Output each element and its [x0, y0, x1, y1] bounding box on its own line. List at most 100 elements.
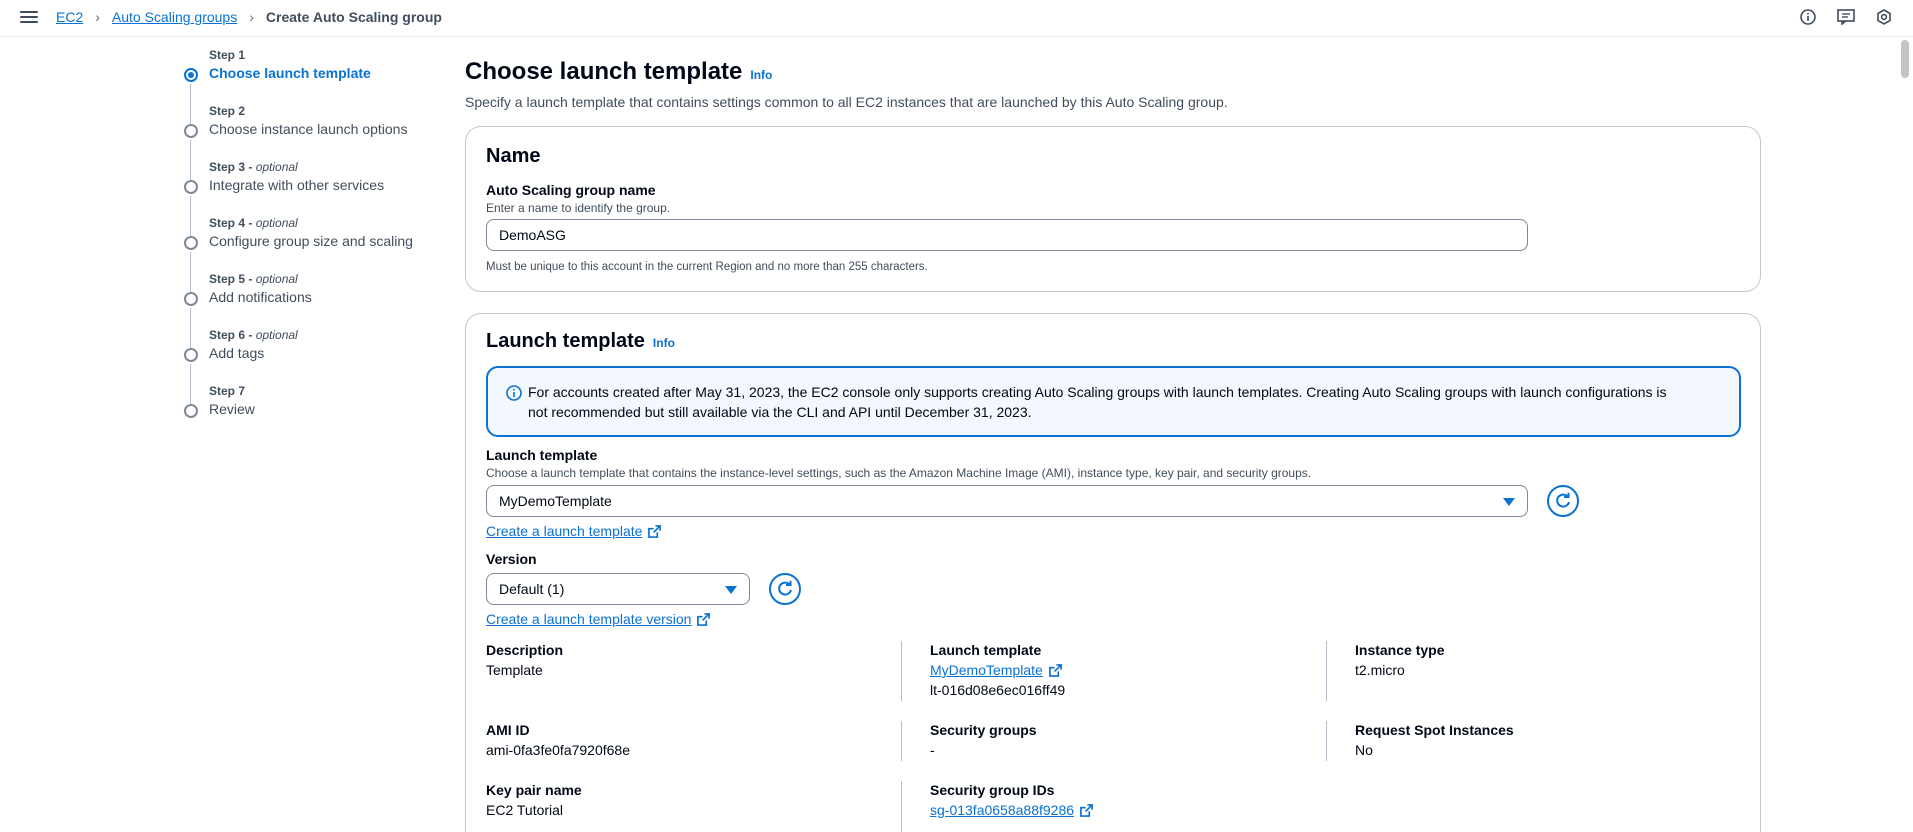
- step-indicator-icon: [184, 124, 198, 138]
- asg-name-label: Auto Scaling group name: [486, 182, 656, 198]
- step-optional-label: optional: [255, 328, 298, 342]
- scrollbar-thumb[interactable]: [1901, 40, 1909, 78]
- info-link[interactable]: Info: [750, 68, 772, 82]
- step-3[interactable]: Step 3 - optional Integrate with other s…: [180, 160, 440, 236]
- hamburger-menu-icon[interactable]: [20, 8, 38, 26]
- detail-key: Security groups: [930, 722, 1037, 738]
- refresh-icon: [778, 580, 792, 596]
- page-description: Specify a launch template that contains …: [465, 94, 1228, 110]
- step-title[interactable]: Choose instance launch options: [209, 121, 440, 137]
- detail-key: Instance type: [1355, 642, 1445, 658]
- step-number: Step 2: [209, 104, 246, 118]
- breadcrumb: EC2 › Auto Scaling groups › Create Auto …: [56, 9, 442, 25]
- refresh-icon: [1556, 492, 1570, 508]
- version-select[interactable]: Default (1): [486, 573, 750, 605]
- step-2[interactable]: Step 2 Choose instance launch options: [180, 104, 440, 180]
- launch-template-link-label: MyDemoTemplate: [930, 662, 1043, 678]
- detail-request-spot: Request Spot Instances No: [1355, 722, 1514, 758]
- detail-value: EC2 Tutorial: [486, 802, 564, 818]
- asg-name-input[interactable]: DemoASG: [486, 219, 1528, 251]
- wizard-steps-nav: Step 1 Choose launch template Step 2 Cho…: [180, 48, 440, 440]
- top-utility-icons: [1799, 8, 1893, 26]
- breadcrumb-auto-scaling-groups[interactable]: Auto Scaling groups: [112, 9, 237, 25]
- step-title[interactable]: Review: [209, 401, 440, 417]
- detail-key: Key pair name: [486, 782, 582, 798]
- info-alert: For accounts created after May 31, 2023,…: [486, 366, 1741, 437]
- detail-launch-template: Launch template MyDemoTemplate lt-016d08…: [930, 642, 1065, 698]
- detail-key: Request Spot Instances: [1355, 722, 1514, 738]
- breadcrumb-current: Create Auto Scaling group: [265, 9, 442, 25]
- detail-value: No: [1355, 742, 1373, 758]
- launch-template-detail-link[interactable]: MyDemoTemplate: [930, 662, 1062, 678]
- create-version-label: Create a launch template version: [486, 611, 692, 627]
- detail-ami-id: AMI ID ami-0fa3fe0fa7920f68e: [486, 722, 630, 758]
- detail-instance-type: Instance type t2.micro: [1355, 642, 1444, 678]
- create-launch-template-version-link[interactable]: Create a launch template version: [486, 611, 711, 627]
- detail-security-group-ids: Security group IDs sg-013fa0658a88f9286: [930, 782, 1093, 818]
- external-link-icon: [697, 612, 711, 626]
- step-title[interactable]: Integrate with other services: [209, 177, 440, 193]
- external-link-icon: [1048, 663, 1062, 677]
- step-number: Step 1: [209, 48, 246, 62]
- launch-template-heading: Launch template: [486, 330, 645, 352]
- version-selected-value: Default (1): [499, 581, 565, 597]
- step-title[interactable]: Add notifications: [209, 289, 440, 305]
- step-5[interactable]: Step 5 - optional Add notifications: [180, 272, 440, 348]
- step-number: Step 7: [209, 384, 246, 398]
- page-scrollbar[interactable]: [1901, 40, 1909, 820]
- feedback-icon[interactable]: [1837, 8, 1855, 26]
- launch-template-label: Launch template: [486, 447, 598, 463]
- create-launch-template-label: Create a launch template: [486, 523, 643, 539]
- step-7[interactable]: Step 7 Review: [180, 384, 440, 440]
- step-number: Step 3 -: [209, 160, 256, 174]
- step-number: Step 4 -: [209, 216, 256, 230]
- step-optional-label: optional: [255, 160, 298, 174]
- chevron-right-icon: ›: [249, 9, 254, 25]
- detail-security-groups: Security groups -: [930, 722, 1037, 758]
- step-title[interactable]: Choose launch template: [209, 65, 440, 81]
- step-optional-label: optional: [255, 272, 298, 286]
- launch-template-hint: Choose a launch template that contains t…: [486, 466, 1312, 480]
- step-active-indicator-icon: [184, 68, 198, 82]
- step-indicator-icon: [184, 292, 198, 306]
- launch-template-select[interactable]: MyDemoTemplate: [486, 485, 1528, 517]
- info-link[interactable]: Info: [653, 336, 675, 350]
- top-navigation-bar: EC2 › Auto Scaling groups › Create Auto …: [0, 0, 1913, 37]
- asg-name-constraint: Must be unique to this account in the cu…: [486, 261, 928, 273]
- detail-value: -: [930, 742, 935, 758]
- caret-down-icon: [1503, 498, 1515, 506]
- security-group-id-link[interactable]: sg-013fa0658a88f9286: [930, 802, 1093, 818]
- detail-value: ami-0fa3fe0fa7920f68e: [486, 742, 630, 758]
- column-divider: [1326, 721, 1327, 761]
- detail-value: t2.micro: [1355, 662, 1405, 678]
- settings-icon[interactable]: [1875, 8, 1893, 26]
- column-divider: [901, 781, 902, 832]
- name-container: Name Auto Scaling group name Enter a nam…: [465, 126, 1761, 292]
- detail-key: Security group IDs: [930, 782, 1055, 798]
- security-group-id-label: sg-013fa0658a88f9286: [930, 802, 1075, 818]
- step-title[interactable]: Configure group size and scaling: [209, 233, 440, 249]
- refresh-versions-button[interactable]: [769, 573, 801, 605]
- column-divider: [1326, 641, 1327, 701]
- breadcrumb-ec2[interactable]: EC2: [56, 9, 83, 25]
- detail-key-pair: Key pair name EC2 Tutorial: [486, 782, 582, 818]
- name-heading: Name: [486, 145, 541, 167]
- version-label: Version: [486, 551, 537, 567]
- step-6[interactable]: Step 6 - optional Add tags: [180, 328, 440, 404]
- step-indicator-icon: [184, 348, 198, 362]
- launch-template-id: lt-016d08e6ec016ff49: [930, 682, 1066, 698]
- info-icon[interactable]: [1799, 8, 1817, 26]
- external-link-icon: [1080, 803, 1093, 817]
- create-launch-template-link[interactable]: Create a launch template: [486, 523, 662, 539]
- detail-key: AMI ID: [486, 722, 530, 738]
- page-title: Choose launch template: [465, 58, 743, 85]
- column-divider: [901, 641, 902, 701]
- step-1[interactable]: Step 1 Choose launch template: [180, 48, 440, 124]
- detail-value: Template: [486, 662, 543, 678]
- asg-name-hint: Enter a name to identify the group.: [486, 201, 671, 215]
- step-4[interactable]: Step 4 - optional Configure group size a…: [180, 216, 440, 292]
- step-indicator-icon: [184, 404, 198, 418]
- refresh-templates-button[interactable]: [1547, 485, 1579, 517]
- detail-description: Description Template: [486, 642, 563, 678]
- step-title[interactable]: Add tags: [209, 345, 440, 361]
